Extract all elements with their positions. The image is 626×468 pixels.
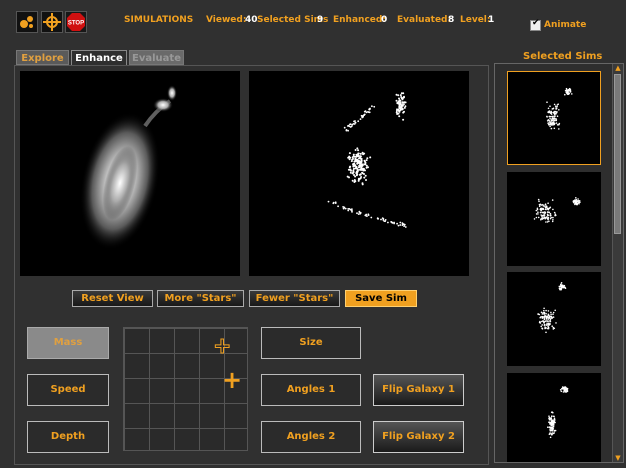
scroll-thumb[interactable] [614,74,621,234]
evaluated-count: 8 [448,15,455,25]
stop-icon[interactable]: STOP [65,11,87,33]
stars-icon[interactable] [16,11,38,33]
scroll-up-icon[interactable]: ▲ [614,64,622,72]
stop-label: STOP [68,21,84,27]
target-icon[interactable] [41,11,63,33]
angles2-button[interactable]: Angles 2 [261,421,361,453]
animate-label: Animate [544,20,587,30]
fewer-stars-button[interactable]: Fewer "Stars" [249,290,340,307]
level-value: 1 [488,15,495,25]
galaxy-viewport-smooth[interactable] [20,71,240,276]
flip-galaxy1-button[interactable]: Flip Galaxy 1 [373,374,464,406]
galaxy-viewport-stars[interactable] [249,71,469,276]
sim-thumbnail[interactable] [507,172,601,266]
enhanced-label: Enhanced: [333,15,386,25]
selected-count: 9 [317,15,324,25]
animate-checkbox[interactable] [530,18,541,31]
selected-sims-title: Selected Sims [523,51,603,62]
mass-button[interactable]: Mass [27,327,109,359]
sim-thumbnail[interactable] [507,272,601,366]
evaluated-label: Evaluated: [397,15,452,25]
depth-button[interactable]: Depth [27,421,109,453]
flip-galaxy2-button[interactable]: Flip Galaxy 2 [373,421,464,453]
size-button[interactable]: Size [261,327,361,359]
parameter-grid[interactable]: + + [123,327,248,451]
more-stars-button[interactable]: More "Stars" [157,290,244,307]
previous-position-cross-icon: + [212,334,232,359]
viewed-count: 40 [245,15,258,25]
enhanced-count: 0 [381,15,388,25]
save-sim-button[interactable]: Save Sim [345,290,417,307]
reset-view-button[interactable]: Reset View [72,290,153,307]
sim-thumbnail[interactable] [507,71,601,165]
selected-sims-panel: ▲ ▼ [494,63,624,463]
tab-explore[interactable]: Explore [16,50,69,65]
current-position-cross-icon[interactable]: + [222,368,242,392]
sim-thumbnail[interactable] [507,373,601,462]
simulations-title: SIMULATIONS [124,15,194,25]
angles1-button[interactable]: Angles 1 [261,374,361,406]
selected-sims-scrollbar[interactable]: ▲ ▼ [612,64,623,462]
scroll-down-icon[interactable]: ▼ [614,454,622,462]
level-label: Level: [460,15,491,25]
tab-enhance[interactable]: Enhance [71,50,127,65]
speed-button[interactable]: Speed [27,374,109,406]
viewed-label: Viewed: [206,15,247,25]
tab-evaluate[interactable]: Evaluate [129,50,184,65]
